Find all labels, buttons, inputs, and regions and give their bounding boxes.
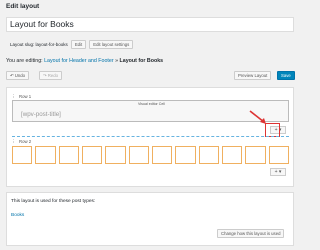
redo-button[interactable]: ↷ Redo [39,71,63,80]
empty-column[interactable] [151,146,173,164]
arrow-icon [249,110,266,124]
save-button[interactable]: Save [277,71,295,80]
visual-editor-cell[interactable]: Visual editor Cell [wpv-post-title] [12,100,289,122]
cell-caption: Visual editor Cell [138,102,165,106]
empty-column[interactable] [81,146,103,164]
preview-layout-button[interactable]: Preview Layout [234,71,272,80]
parent-layout-link[interactable]: Layout for Header and Footer [44,58,114,64]
empty-column[interactable] [35,146,56,164]
row-divider [12,136,289,137]
empty-column[interactable] [268,146,289,164]
row-2-columns [12,146,289,164]
change-usage-button[interactable]: Change how this layout is used [217,229,285,238]
current-layout-name: Layout for Books [119,58,164,64]
editing-prefix: You are editing: [6,58,43,64]
usage-text: This layout is used for these post types… [11,199,96,204]
empty-column[interactable] [175,146,196,164]
slug-row: Layout slug: layout-for-books Edit Edit … [10,40,134,49]
edit-slug-button[interactable]: Edit [70,40,87,49]
undo-button[interactable]: ↶ Undo [6,71,30,80]
row-2-label: Row 2 [19,139,32,144]
empty-column[interactable] [221,146,243,164]
post-type-link[interactable]: Books [11,213,24,218]
editing-breadcrumb: You are editing: Layout for Header and F… [6,58,163,64]
slug-value: layout-for-books [35,42,68,47]
slug-label: Layout slug: [10,42,35,47]
row-1-label: Row 1 [19,94,32,99]
add-row-button[interactable]: + ▾ [270,168,286,176]
empty-column[interactable] [58,146,79,164]
cell-shortcode: [wpv-post-title] [21,111,61,118]
empty-column[interactable] [198,146,219,164]
row-drag-handle-icon[interactable]: ⋮ [11,139,15,145]
empty-column[interactable] [245,146,266,164]
empty-column[interactable] [12,146,33,164]
layout-title-input[interactable]: Layout for Books [6,17,294,32]
edit-layout-settings-button[interactable]: Edit layout settings [89,40,134,49]
breadcrumb-separator: » [115,58,119,64]
empty-column[interactable] [105,146,126,164]
page-title: Edit layout [6,3,40,10]
empty-column[interactable] [128,146,149,164]
